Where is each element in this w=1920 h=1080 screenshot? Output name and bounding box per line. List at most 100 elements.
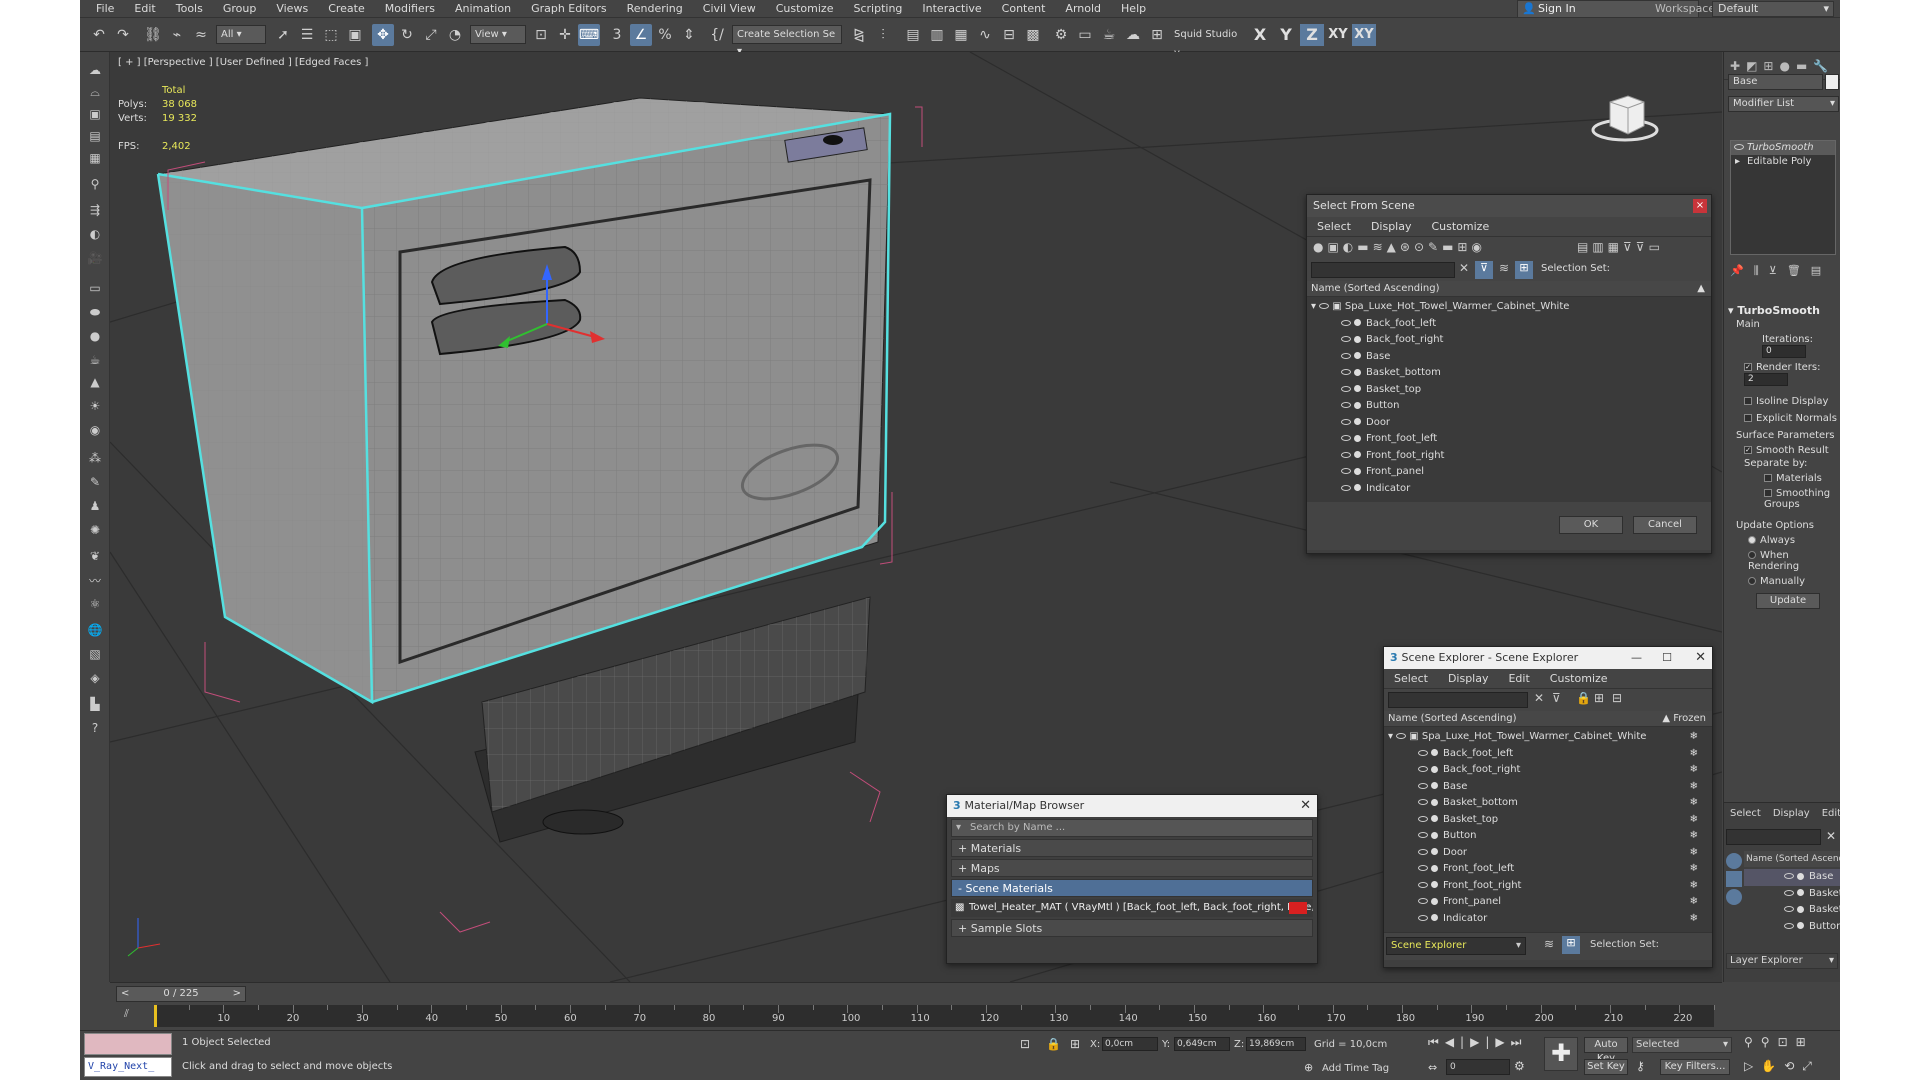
tree-row[interactable]: Base ❄ [1384, 779, 1712, 796]
spinner-snap-icon[interactable]: ⇕ [678, 24, 700, 46]
close-icon[interactable]: × [1693, 199, 1707, 213]
freeze-icon[interactable]: ❄ [1690, 779, 1698, 796]
menu-help[interactable]: Help [1111, 0, 1156, 18]
tree-row[interactable]: Front_panel [1307, 464, 1711, 481]
chevron-right-icon[interactable]: > [233, 987, 241, 1001]
box-primitive-icon[interactable]: ▭ [85, 278, 105, 298]
vray-icon[interactable]: ◈ [85, 668, 105, 688]
visibility-icon[interactable] [1784, 906, 1794, 912]
visibility-icon[interactable] [1418, 782, 1428, 789]
freeze-icon[interactable]: ❄ [1690, 894, 1698, 911]
menu-file[interactable]: File [86, 0, 124, 18]
key-mode-icon[interactable]: ⇔ [1428, 1061, 1437, 1074]
scene-explorer-icon[interactable]: ▤ [902, 24, 924, 46]
x-coord-field[interactable]: 0,0cm [1102, 1037, 1158, 1051]
viewport-label[interactable]: [ + ] [Perspective ] [User Defined ] [Ed… [118, 57, 368, 68]
visibility-icon[interactable] [1341, 451, 1351, 458]
menu-graph-editors[interactable]: Graph Editors [521, 0, 617, 18]
percent-snap-icon[interactable]: % [654, 24, 676, 46]
menu-customize[interactable]: Customize [766, 0, 844, 18]
layer-icon[interactable] [1726, 853, 1742, 869]
teapot-primitive-icon[interactable]: ☕ [85, 350, 105, 370]
render-cloud-icon[interactable]: ⊞ [1146, 24, 1168, 46]
display-type-icons[interactable]: ▤▥▦⊽⊽▭ [1577, 240, 1664, 254]
pan-icon[interactable]: ✋ [1761, 1059, 1784, 1073]
tree-row[interactable]: Back_foot_left [1307, 316, 1711, 333]
network-icon[interactable]: ✺ [85, 520, 105, 540]
mass-fx-icon[interactable]: ⚛ [85, 594, 105, 614]
layers-stack-icon[interactable]: ≋ [1499, 261, 1509, 275]
set-key-button[interactable]: Set Key [1584, 1059, 1628, 1075]
time-config-icon[interactable]: ⚙ [1514, 1059, 1525, 1073]
tree-row[interactable]: Front_foot_right ❄ [1384, 878, 1712, 895]
materials-section[interactable]: + Materials [951, 839, 1313, 857]
render-iters-spinner[interactable]: 2 [1744, 373, 1788, 386]
sphere-primitive-icon[interactable]: ● [85, 326, 105, 346]
layer-explorer-dropdown[interactable]: Layer Explorer ▾ [1726, 953, 1838, 969]
se-frozen-column[interactable]: ▲ Frozen [1662, 711, 1706, 727]
toggle-ribbon-icon[interactable]: ▦ [950, 24, 972, 46]
utilities-tab-icon[interactable]: 🔧 [1813, 59, 1828, 73]
render-setup-icon[interactable]: ⚙ [1050, 24, 1072, 46]
cancel-button[interactable]: Cancel [1633, 516, 1697, 534]
select-move-icon[interactable]: ✥ [372, 24, 394, 46]
visibility-icon[interactable] [1418, 749, 1428, 756]
explicit-normals-checkbox[interactable] [1744, 414, 1752, 422]
maps-section[interactable]: + Maps [951, 859, 1313, 877]
curve-editor-icon[interactable]: ∿ [974, 24, 996, 46]
smooth-result-checkbox[interactable]: ✓ [1744, 446, 1752, 454]
freeze-icon[interactable]: ❄ [1690, 861, 1698, 878]
freeze-icon[interactable]: ❄ [1690, 795, 1698, 812]
foliage-icon[interactable]: ❦ [85, 546, 105, 566]
visibility-icon[interactable] [1418, 832, 1428, 838]
absolute-mode-icon[interactable]: ⊞ [1070, 1037, 1080, 1051]
tree-row[interactable]: Door ❄ [1384, 845, 1712, 862]
menu-group[interactable]: Group [213, 0, 267, 18]
stack-item-editable-poly[interactable]: ▸ Editable Poly [1731, 155, 1835, 169]
manually-radio[interactable] [1748, 577, 1756, 585]
frame-ruler[interactable]: 10 20 30 40 50 60 70 80 90 100 110 120 130 140 150 160 1… [154, 1005, 1715, 1027]
tree-row[interactable]: Front_foot_left [1307, 431, 1711, 448]
motion-tab-icon[interactable]: ● [1779, 59, 1789, 73]
tree-row[interactable]: Front_foot_left ❄ [1384, 861, 1712, 878]
filter-icon[interactable]: ⊽ [1475, 261, 1493, 279]
set-key-big-button[interactable]: ✚ [1544, 1037, 1578, 1071]
show-end-result-icon[interactable]: ⫼ [1754, 264, 1769, 277]
visibility-icon[interactable] [1784, 873, 1794, 879]
freeze-icon[interactable]: ❄ [1690, 911, 1698, 928]
maximize-viewport-icon[interactable]: ⤢ [1802, 1059, 1820, 1073]
maxscript-input[interactable]: V_Ray_Next_ [84, 1057, 172, 1077]
pin-stack-icon[interactable]: 📌 [1730, 264, 1754, 277]
align-icon[interactable]: ⫶ [872, 24, 894, 46]
tree-row[interactable]: Base [1307, 349, 1711, 366]
freeze-icon[interactable]: ❄ [1690, 812, 1698, 829]
visibility-icon[interactable] [1418, 799, 1428, 805]
render-iters-checkbox[interactable]: ✓ [1744, 363, 1752, 371]
visibility-icon[interactable] [1418, 766, 1428, 772]
time-slider[interactable]: < 0 / 225 > [116, 986, 246, 1002]
axis-x-button[interactable]: X [1248, 24, 1272, 46]
create-camera-icon[interactable]: ▤ [85, 126, 105, 146]
objects-icon[interactable] [1726, 871, 1742, 887]
menu-edit[interactable]: Edit [124, 0, 165, 18]
menu-content[interactable]: Content [992, 0, 1056, 18]
tree-row[interactable]: Indicator [1307, 481, 1711, 498]
tree-row[interactable]: Front_panel ❄ [1384, 894, 1712, 911]
visibility-icon[interactable] [1418, 898, 1428, 904]
menu-interactive[interactable]: Interactive [912, 0, 991, 18]
isoline-checkbox[interactable] [1744, 397, 1752, 405]
se-search-input[interactable] [1388, 692, 1528, 708]
axis-y-button[interactable]: Y [1274, 24, 1298, 46]
visibility-icon[interactable] [1418, 815, 1428, 822]
key-selection-dropdown[interactable]: Selected ▾ [1632, 1037, 1732, 1053]
manipulate-icon[interactable]: ✛ [554, 24, 576, 46]
material-entry[interactable]: ▩ Towel_Heater_MAT ( VRayMtl ) [Back_foo… [951, 899, 1313, 917]
render-production-icon[interactable]: ☕ [1098, 24, 1120, 46]
workspaces-dropdown[interactable]: Default ▾ [1712, 1, 1834, 17]
tree-row[interactable]: Basket_bottom ❄ [1384, 795, 1712, 812]
clear-search-icon[interactable]: ✕ [1534, 691, 1544, 705]
globe-icon[interactable]: 🌐 [85, 620, 105, 640]
sfs-search-input[interactable] [1311, 262, 1455, 278]
le-column-header[interactable]: Name (Sorted Ascending) [1744, 851, 1840, 867]
hierarchy-tab-icon[interactable]: ⊞ [1763, 59, 1773, 73]
